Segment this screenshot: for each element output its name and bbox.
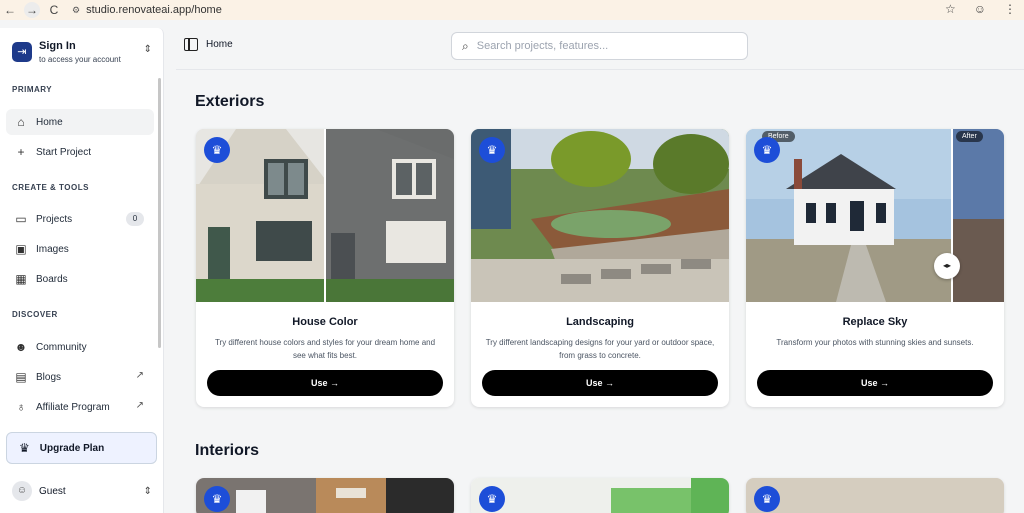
- sidebar: ⇥ Sign In to access your account ⇕ PRIMA…: [0, 28, 164, 513]
- sidebar-item-projects[interactable]: ▭ Projects 0: [6, 206, 154, 232]
- back-icon[interactable]: ←: [0, 3, 20, 17]
- image-icon: ▣: [15, 242, 27, 256]
- card-description: Try different house colors and styles fo…: [214, 338, 436, 360]
- forward-icon[interactable]: →: [24, 2, 40, 18]
- crown-icon: ♛: [19, 441, 30, 455]
- reload-icon[interactable]: C: [44, 3, 64, 17]
- profile-icon[interactable]: ☺: [974, 2, 986, 16]
- projects-count-badge: 0: [126, 212, 144, 226]
- document-icon: ▤: [15, 370, 27, 384]
- site-settings-icon[interactable]: ⚙: [72, 5, 80, 16]
- card-title: Replace Sky: [842, 316, 908, 328]
- users-icon: ☻: [14, 340, 28, 354]
- use-button[interactable]: Use →: [757, 370, 993, 396]
- feature-card-interior-1[interactable]: ♛: [196, 478, 454, 513]
- section-heading-exteriors: Exteriors: [195, 93, 265, 110]
- feature-card-house-color[interactable]: ♛ House Color Try different house colors…: [196, 129, 454, 407]
- boards-icon: ▦: [15, 272, 27, 286]
- browser-menu-icon[interactable]: ⋮: [1004, 2, 1016, 16]
- external-link-icon: ↗: [135, 400, 144, 411]
- sidebar-item-images[interactable]: ▣ Images: [6, 236, 154, 262]
- section-heading-interiors: Interiors: [195, 442, 260, 459]
- card-description: Transform your photos with stunning skie…: [776, 338, 974, 347]
- upgrade-plan-button[interactable]: ♛ Upgrade Plan: [6, 432, 157, 464]
- section-label-discover: DISCOVER: [12, 310, 58, 319]
- after-label: After: [956, 131, 983, 142]
- address-bar[interactable]: studio.renovateai.app/home: [86, 4, 222, 16]
- guest-label: Guest: [39, 485, 66, 497]
- sidebar-item-boards[interactable]: ▦ Boards: [6, 266, 154, 292]
- header-divider: [176, 69, 1024, 70]
- interior-preview-image: [746, 478, 1004, 513]
- replace-sky-preview-image: [746, 129, 1004, 302]
- section-label-primary: PRIMARY: [12, 85, 53, 94]
- home-icon: ⌂: [17, 115, 25, 129]
- feature-card-interior-3[interactable]: ♛: [746, 478, 1004, 513]
- search-icon: ⌕: [462, 38, 469, 53]
- search-input[interactable]: [476, 40, 717, 52]
- search-bar[interactable]: ⌕: [451, 32, 748, 60]
- compare-slider-handle[interactable]: ◂▸: [934, 253, 960, 279]
- breadcrumb-home[interactable]: Home: [206, 39, 233, 50]
- premium-crown-icon: ♛: [479, 137, 505, 163]
- feature-card-landscaping[interactable]: ♛ Landscaping Try different landscaping …: [471, 129, 729, 407]
- chevron-updown-icon: ⇕: [143, 485, 152, 497]
- award-icon: ♁: [16, 400, 26, 414]
- sign-in-icon: ⇥: [12, 42, 32, 62]
- bookmark-star-icon[interactable]: ☆: [945, 2, 956, 16]
- sign-in-button[interactable]: ⇥ Sign In to access your account ⇕: [8, 38, 156, 68]
- premium-crown-icon: ♛: [479, 486, 505, 512]
- landscaping-preview-image: [471, 129, 729, 302]
- external-link-icon: ↗: [135, 370, 144, 381]
- sidebar-item-home[interactable]: ⌂ Home: [6, 109, 154, 135]
- sidebar-item-label: Start Project: [36, 146, 92, 158]
- breadcrumb: Home: [184, 38, 233, 51]
- sidebar-scrollbar[interactable]: [158, 78, 161, 348]
- house-color-preview-image: [196, 129, 454, 302]
- sidebar-item-label: Home: [36, 116, 63, 128]
- section-label-create: CREATE & TOOLS: [12, 183, 89, 192]
- sidebar-item-affiliate[interactable]: ♁ Affiliate Program ↗: [6, 394, 154, 420]
- feature-card-interior-2[interactable]: ♛: [471, 478, 729, 513]
- card-description: Try different landscaping designs for yo…: [485, 338, 715, 360]
- sidebar-item-start-project[interactable]: + Start Project: [6, 139, 154, 165]
- card-title: House Color: [292, 316, 358, 328]
- sidebar-item-label: Boards: [36, 273, 68, 285]
- upgrade-plan-label: Upgrade Plan: [39, 442, 105, 454]
- card-title: Landscaping: [566, 316, 634, 328]
- premium-crown-icon: ♛: [754, 486, 780, 512]
- use-button[interactable]: Use →: [482, 370, 718, 396]
- chevron-updown-icon: ⇕: [143, 44, 152, 55]
- feature-card-replace-sky[interactable]: Before After ◂▸ ♛ Replace Sky Transform …: [746, 129, 1004, 407]
- sidebar-item-blogs[interactable]: ▤ Blogs ↗: [6, 364, 154, 390]
- premium-crown-icon: ♛: [204, 486, 230, 512]
- premium-crown-icon: ♛: [204, 137, 230, 163]
- sidebar-item-label: Community: [36, 341, 87, 353]
- sidebar-item-community[interactable]: ☻ Community: [6, 334, 154, 360]
- avatar-icon: ☺: [12, 481, 32, 501]
- guest-account-menu[interactable]: ☺ Guest ⇕: [8, 480, 156, 502]
- browser-toolbar: ← → C ⚙ studio.renovateai.app/home ☆ ☺ ⋮: [0, 0, 1024, 20]
- sign-in-subtitle: to access your account: [39, 55, 121, 64]
- sidebar-item-label: Projects: [36, 213, 73, 225]
- folder-icon: ▭: [15, 212, 27, 226]
- sidebar-item-label: Affiliate Program: [36, 401, 110, 413]
- sidebar-item-label: Images: [36, 243, 69, 255]
- use-button[interactable]: Use →: [207, 370, 443, 396]
- plus-icon: +: [17, 145, 25, 159]
- sidebar-toggle-icon[interactable]: [184, 38, 198, 51]
- interior-preview-image: [196, 478, 454, 513]
- sidebar-item-label: Blogs: [36, 371, 62, 383]
- interior-preview-image: [471, 478, 729, 513]
- premium-crown-icon: ♛: [754, 137, 780, 163]
- sign-in-title: Sign In: [39, 40, 76, 52]
